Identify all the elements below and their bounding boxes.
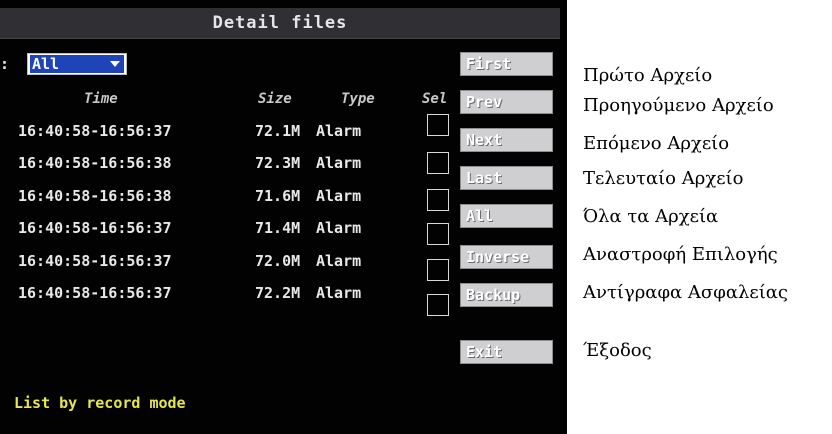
chevron-down-icon[interactable] bbox=[106, 55, 124, 73]
row-type: Alarm bbox=[316, 219, 362, 237]
next-button[interactable]: Next bbox=[460, 128, 553, 152]
row-size: 71.4M bbox=[255, 219, 301, 237]
row-time: 16:40:58-16:56:38 bbox=[18, 154, 172, 172]
row-size: 71.6M bbox=[255, 187, 301, 205]
translation-last: Τελευταίο Αρχείο bbox=[583, 168, 744, 189]
row-select-checkbox[interactable] bbox=[427, 223, 449, 245]
backup-button[interactable]: Backup bbox=[460, 283, 553, 307]
translation-exit: Έξοδος bbox=[583, 340, 652, 361]
first-button[interactable]: First bbox=[460, 52, 553, 76]
row-type: Alarm bbox=[316, 154, 362, 172]
row-time: 16:40:58-16:56:38 bbox=[18, 187, 172, 205]
row-size: 72.0M bbox=[255, 252, 301, 270]
row-type: Alarm bbox=[316, 252, 362, 270]
column-header-time: Time bbox=[84, 91, 118, 107]
column-header-select: Sel bbox=[422, 91, 448, 107]
column-header-type: Type bbox=[341, 91, 375, 107]
row-select-checkbox[interactable] bbox=[427, 152, 449, 174]
row-size: 72.2M bbox=[255, 284, 301, 302]
detail-files-dialog: Detail files : All Time Size Type Sel 16… bbox=[0, 0, 567, 434]
row-select-checkbox[interactable] bbox=[427, 114, 449, 136]
row-select-checkbox[interactable] bbox=[427, 294, 449, 316]
last-button[interactable]: Last bbox=[460, 166, 553, 190]
status-text: List by record mode bbox=[14, 394, 186, 412]
row-size: 72.1M bbox=[255, 122, 301, 140]
row-time: 16:40:58-16:56:37 bbox=[18, 284, 172, 302]
row-type: Alarm bbox=[316, 284, 362, 302]
select-all-button[interactable]: All bbox=[460, 204, 553, 228]
row-time: 16:40:58-16:56:37 bbox=[18, 219, 172, 237]
translation-all: Όλα τα Αρχεία bbox=[583, 206, 719, 227]
exit-button[interactable]: Exit bbox=[460, 340, 553, 364]
translation-backup: Αντίγραφα Ασφαλείας bbox=[583, 282, 789, 303]
inverse-button[interactable]: Inverse bbox=[460, 245, 553, 269]
row-type: Alarm bbox=[316, 187, 362, 205]
translation-prev: Προηγούμενο Αρχείο bbox=[583, 95, 774, 116]
title-bar: Detail files bbox=[0, 8, 560, 39]
row-select-checkbox[interactable] bbox=[427, 259, 449, 281]
row-time: 16:40:58-16:56:37 bbox=[18, 122, 172, 140]
dialog-title: Detail files bbox=[212, 13, 348, 33]
translation-inverse: Αναστροφή Επιλογής bbox=[583, 244, 778, 265]
column-header-size: Size bbox=[258, 91, 292, 107]
row-time: 16:40:58-16:56:37 bbox=[18, 252, 172, 270]
prev-button[interactable]: Prev bbox=[460, 90, 553, 114]
row-type: Alarm bbox=[316, 122, 362, 140]
filter-label: : bbox=[0, 55, 10, 73]
row-size: 72.3M bbox=[255, 154, 301, 172]
translation-legend: Πρώτο Αρχείο Προηγούμενο Αρχείο Επόμενο … bbox=[583, 0, 832, 434]
record-type-select[interactable]: All bbox=[27, 53, 127, 75]
row-select-checkbox[interactable] bbox=[427, 189, 449, 211]
translation-first: Πρώτο Αρχείο bbox=[583, 65, 713, 86]
record-type-value: All bbox=[30, 55, 108, 73]
translation-next: Επόμενο Αρχείο bbox=[583, 133, 730, 154]
